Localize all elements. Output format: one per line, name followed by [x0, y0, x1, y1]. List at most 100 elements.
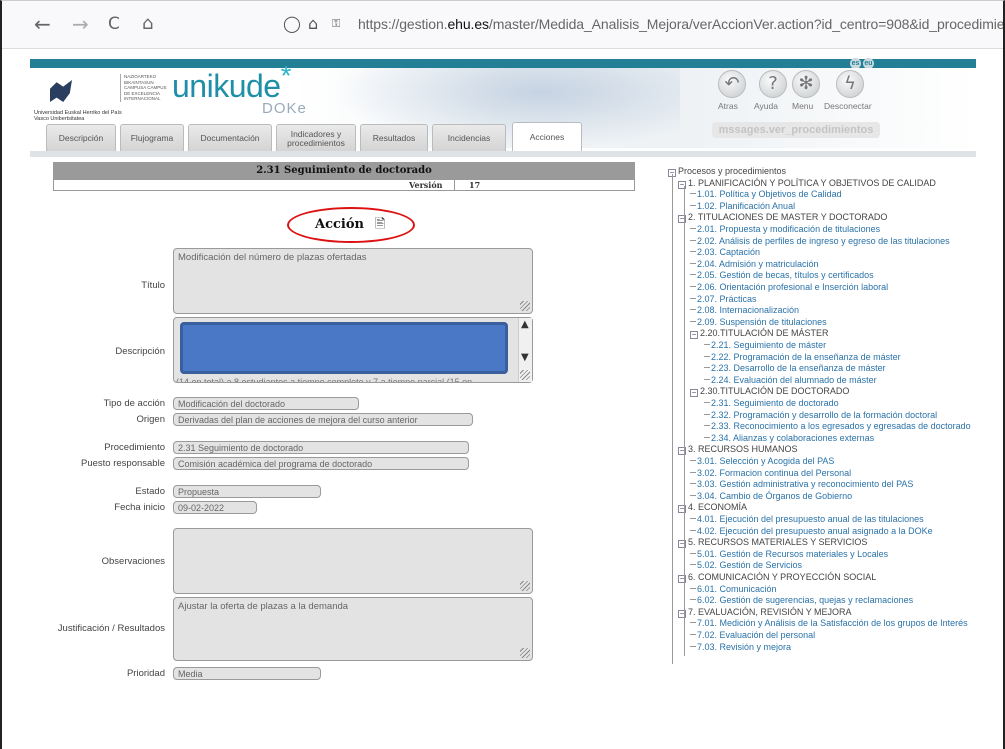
tree-group[interactable]: −2.20.TITULACIÓN DE MÁSTER [690, 328, 829, 340]
tab-incidencias[interactable]: Incidencias [432, 124, 506, 152]
procedimiento-field[interactable]: 2.31 Seguimiento de doctorado [173, 441, 469, 454]
tree-group[interactable]: −6. COMUNICACIÓN Y PROYECCIÓN SOCIAL [678, 572, 876, 584]
tree-item[interactable]: 2.33. Reconocimiento a los egresados y e… [704, 421, 971, 433]
tree-group[interactable]: −3. RECURSOS HUMANOS [678, 444, 798, 456]
tree-item[interactable]: 3.04. Cambio de Órganos de Gobierno [690, 491, 852, 503]
url-bar[interactable]: https://gestion.ehu.es/master/Medida_Ana… [358, 16, 1003, 32]
collapse-icon[interactable]: − [690, 389, 698, 398]
tab-descripcion[interactable]: Descripción [46, 124, 116, 152]
tree-item[interactable]: 2.23. Desarrollo de la enseñanza de mást… [704, 363, 886, 375]
tree-item[interactable]: 2.05. Gestión de becas, títulos y certif… [690, 270, 874, 282]
tree-group[interactable]: −2.30.TITULACIÓN DE DOCTORADO [690, 386, 849, 398]
tree-item[interactable]: 7.01. Medición y Análisis de la Satisfac… [690, 618, 968, 630]
estado-field[interactable]: Propuesta [173, 485, 321, 498]
resize-handle-icon[interactable] [520, 301, 530, 311]
scroll-down-icon[interactable]: ▼ [521, 352, 529, 364]
tree-item[interactable]: 1.02. Planificación Anual [690, 201, 795, 213]
tree-group[interactable]: −2. TITULACIONES DE MASTER Y DOCTORADO [678, 212, 887, 224]
tree-item[interactable]: 2.01. Propuesta y modificación de titula… [690, 224, 880, 236]
tree-group[interactable]: −5. RECURSOS MATERIALES Y SERVICIOS [678, 537, 867, 549]
resize-handle-icon[interactable] [520, 648, 530, 658]
lock-icon[interactable]: ⌂ [308, 14, 318, 33]
tree-item[interactable]: 3.01. Selección y Acogida del PAS [690, 456, 834, 468]
tree-item[interactable]: 2.07. Prácticas [690, 294, 757, 306]
tab-documentacion[interactable]: Documentación [188, 124, 272, 152]
tree-item[interactable]: 2.02. Análisis de perfiles de ingreso y … [690, 236, 950, 248]
collapse-icon[interactable]: − [690, 331, 698, 340]
tree-item[interactable]: 6.01. Comunicación [690, 584, 777, 596]
tree-connector [704, 425, 710, 427]
scroll-up-icon[interactable]: ▲ [521, 319, 529, 331]
tab-resultados[interactable]: Resultados [360, 124, 428, 152]
menu-icon[interactable]: ✻ [792, 70, 820, 98]
permissions-icon[interactable]: ⚿ [332, 17, 340, 31]
menu-label[interactable]: Menu [792, 101, 813, 111]
tree-item[interactable]: 7.03. Revisión y mejora [690, 642, 791, 654]
observaciones-field[interactable] [173, 528, 533, 594]
tree-item[interactable]: 5.02. Gestión de Servicios [690, 560, 802, 572]
tree-item[interactable]: 2.09. Suspensión de titulaciones [690, 317, 827, 329]
origen-label: Origen [136, 414, 165, 425]
help-label[interactable]: Ayuda [754, 101, 778, 111]
tree-item[interactable]: 2.22. Programación de la enseñanza de má… [704, 352, 901, 364]
tree-group[interactable]: −7. EVALUACIÓN, REVISIÓN Y MEJORA [678, 607, 852, 619]
tab-flujograma[interactable]: Flujograma [120, 124, 184, 152]
tree-item[interactable]: 5.01. Gestión de Recursos materiales y L… [690, 549, 888, 561]
resize-handle-icon[interactable] [520, 370, 530, 380]
tree-item[interactable]: 3.02. Formacion continua del Personal [690, 468, 851, 480]
tab-acciones[interactable]: Acciones [512, 122, 582, 152]
forward-arrow-icon[interactable]: → [72, 13, 89, 35]
tree-item[interactable]: 4.01. Ejecución del presupuesto anual de… [690, 514, 924, 526]
shield-icon[interactable]: ◯ [283, 14, 301, 33]
origen-field[interactable]: Derivadas del plan de acciones de mejora… [173, 413, 473, 426]
tree-connector [690, 228, 696, 229]
tab-indicadores[interactable]: Indicadores y procedimientos [276, 124, 356, 152]
url-prefix: https://gestion. [358, 16, 448, 32]
tree-item[interactable]: 2.34. Alianzas y colaboraciones externas [704, 433, 874, 445]
back-arrow-icon[interactable]: ← [34, 13, 51, 35]
disconnect-label[interactable]: Desconectar [824, 101, 872, 111]
tree-item[interactable]: 2.32. Programación y desarrollo de la fo… [704, 410, 937, 422]
help-icon[interactable]: ? [759, 70, 787, 98]
tree-item[interactable]: 3.03. Gestión administrativa y reconocim… [690, 479, 913, 491]
tree-item[interactable]: 4.02. Ejecución del presupuesto anual as… [690, 526, 933, 538]
prioridad-field[interactable]: Media [173, 667, 321, 680]
url-domain: ehu.es [447, 16, 489, 32]
tree-root[interactable]: − Procesos y procedimientos [668, 166, 786, 178]
tree-item[interactable]: 2.04. Admisión y matriculación [690, 259, 819, 271]
tree-connector [690, 645, 696, 647]
back-circle-icon[interactable]: ↶ [718, 70, 746, 98]
back-label[interactable]: Atras [718, 101, 738, 111]
tree-item[interactable]: 2.21. Seguimiento de máster [704, 340, 826, 352]
print-icon[interactable]: 🖹 [375, 215, 385, 237]
disconnect-icon[interactable]: ϟ [836, 70, 864, 98]
tree-item[interactable]: 2.06. Orientación profesional e Inserció… [690, 282, 888, 294]
puesto-responsable-field[interactable]: Comisión académica del programa de docto… [173, 457, 469, 470]
tree-item[interactable]: 2.08. Internacionalización [690, 305, 799, 317]
tree-item[interactable]: 6.02. Gestión de sugerencias, quejas y r… [690, 595, 913, 607]
tree-item-label: 7.01. Medición y Análisis de la Satisfac… [697, 618, 968, 629]
tree-guide-line [684, 186, 685, 656]
tree-group[interactable]: −1. PLANIFICACIÓN Y POLÍTICA Y OBJETIVOS… [678, 178, 936, 190]
tree-item[interactable]: 2.03. Captación [690, 247, 760, 259]
tree-item[interactable]: 7.02. Evaluación del personal [690, 630, 815, 642]
redacted-block [180, 322, 508, 374]
tree-item[interactable]: 2.24. Evaluación del alumnado de máster [704, 375, 877, 387]
unikude-brand: unikude [172, 68, 281, 104]
fecha-inicio-field[interactable]: 09-02-2022 [173, 501, 257, 514]
titulo-field[interactable]: Modificación del número de plazas oferta… [173, 248, 533, 314]
home-icon[interactable]: ⌂ [142, 13, 153, 35]
resize-handle-icon[interactable] [520, 581, 530, 591]
tree-connector [690, 494, 696, 496]
tree-group[interactable]: −4. ECONOMÍA [678, 502, 747, 514]
tree-item-label: 2.20.TITULACIÓN DE MÁSTER [700, 328, 829, 339]
tipo-accion-field[interactable]: Modificación del doctorado [173, 397, 359, 410]
tree-item[interactable]: 2.31. Seguimiento de doctorado [704, 398, 839, 410]
ehu-logo-text: Universidad Euskal Herriko del País Vasc… [34, 110, 122, 122]
tipo-accion-label: Tipo de acción [103, 398, 165, 409]
tree-item-label: 6.02. Gestión de sugerencias, quejas y r… [697, 595, 914, 606]
justificacion-field[interactable]: Ajustar la oferta de plazas a la demanda [173, 597, 533, 661]
reload-icon[interactable]: C [108, 13, 120, 35]
tree-item-label: 2.06. Orientación profesional e Inserció… [697, 282, 889, 292]
tree-item[interactable]: 1.01. Política y Objetivos de Calidad [690, 189, 842, 201]
